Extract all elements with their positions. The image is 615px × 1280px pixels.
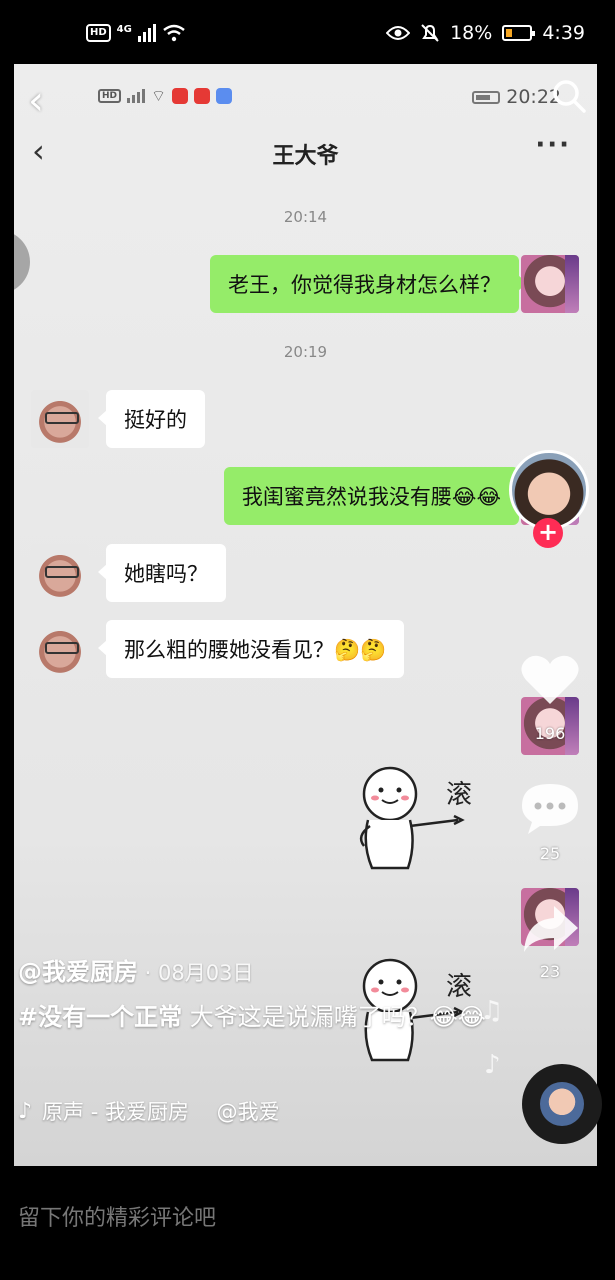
recorded-status-bar: HD ⌔ [98,86,233,106]
comment-count: 25 [539,844,561,863]
share-count: 23 [539,962,561,981]
recorded-hd-badge: HD [98,89,122,103]
receiver-avatar [31,390,89,448]
wifi-icon [163,24,185,42]
comment-icon[interactable] [518,780,582,836]
sent-message: 我闺蜜竟然说我没有腰😂😂 [223,467,528,525]
app-icon-red-2 [194,88,211,104]
music-note-icon: ♪ [18,1098,33,1124]
music-info[interactable]: ♪ 原声 - 我爱厨房 @我爱 [18,1096,488,1126]
recorded-signal-icon [127,89,146,103]
floating-note-icon: ♪ [484,1050,501,1080]
sender-avatar [521,255,579,313]
follow-button[interactable]: + [533,518,563,548]
music-title: 原声 - 我爱厨房 @我爱 [42,1100,280,1124]
share-icon[interactable] [518,900,582,956]
comment-bar[interactable]: 留下你的精彩评论吧 [0,1166,615,1280]
like-count: 196 [534,724,566,743]
chat-timestamp: 20:14 [283,208,328,226]
battery-icon [502,25,536,41]
status-bar: HD 4G 18% 4:39 [0,0,615,64]
eye-icon [386,26,411,40]
post-date: · 08月03日 [138,961,254,985]
chat-title: 王大爷 [272,144,339,169]
hashtag[interactable]: #没有一个正常 [18,1003,182,1031]
signal-icon [137,24,156,42]
mute-bell-icon [421,24,439,42]
received-message: 那么粗的腰她没看见？🤔🤔 [97,620,405,678]
caption-text: 大爷这是说漏嘴了吗？😂😂 [182,1003,486,1031]
clock: 4:39 [542,22,585,44]
sticker-text: 滚 [446,780,473,810]
like-icon[interactable] [518,652,582,708]
sent-message: 老王，你觉得我身材怎么样？ [210,255,527,313]
app-icon-red [172,88,189,104]
received-message: 挺好的 [98,390,205,448]
recorded-wifi-icon: ⌔ [151,86,167,105]
back-button[interactable]: ‹ [28,78,44,124]
side-drawer-handle[interactable] [14,230,30,294]
hd-badge: HD [86,24,111,42]
chat-timestamp: 20:19 [283,343,328,361]
comment-input[interactable]: 留下你的精彩评论吧 [18,1200,216,1232]
received-message: 她瞎吗？ [98,544,226,602]
receiver-avatar [31,620,89,678]
recorded-clock-area: 20:22 [472,86,561,108]
author-name[interactable]: @我爱厨房 [18,958,138,986]
network-type: 4G [116,23,132,35]
caption-description: #没有一个正常 大爷这是说漏嘴了吗？😂😂 [18,998,488,1036]
floating-note-icon: ♫ [480,996,504,1026]
caption-author-line: @我爱厨房 · 08月03日 [18,952,488,987]
recorded-battery-icon [472,90,501,104]
battery-percent: 18% [450,22,493,44]
chat-header: ‹ 王大爷 ··· [14,130,597,176]
music-disc[interactable] [522,1064,602,1144]
search-icon[interactable] [551,78,587,114]
more-icon: ··· [535,130,571,160]
receiver-avatar [31,544,89,602]
app-icon-blue [216,88,233,104]
